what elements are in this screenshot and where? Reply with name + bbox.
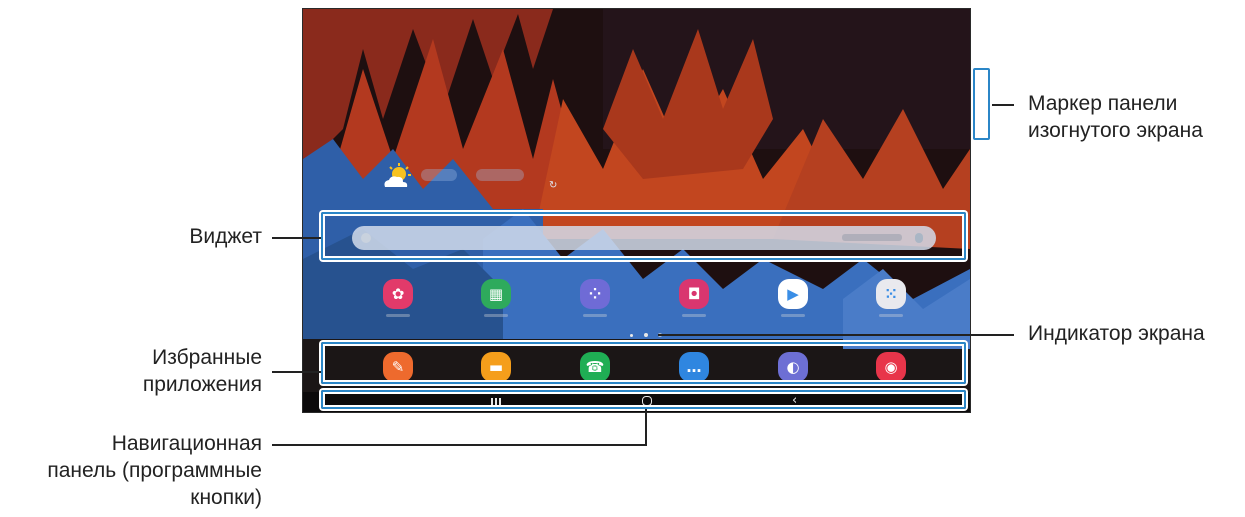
flower-icon: ✿ — [391, 285, 405, 303]
edge-handle-callout-line2: изогнутого экрана — [1028, 119, 1203, 142]
navbar-leader-line-vertical — [645, 409, 647, 445]
page-indicator-leader-line — [658, 334, 1014, 336]
widget-leader-line — [272, 237, 321, 239]
app-calendar[interactable]: ▦ — [481, 279, 511, 309]
page-indicator-dot-current[interactable] — [644, 333, 648, 337]
app-label-placeholder — [781, 314, 805, 317]
favorites-highlight — [321, 342, 966, 384]
app-flower[interactable]: ✿ — [383, 279, 413, 309]
favorites-leader-line — [272, 371, 321, 373]
navbar-callout-line1: Навигационная — [111, 432, 262, 455]
weather-temperature-placeholder — [421, 169, 457, 181]
shopping-bag-icon: ◘ — [687, 285, 701, 303]
navbar-callout: Навигационная панель (программные кнопки… — [10, 430, 262, 511]
favorites-callout-line1: Избранные — [152, 346, 262, 369]
navbar-callout-line2: панель (программные — [47, 459, 262, 482]
navbar-callout-line3: кнопки) — [190, 486, 262, 509]
refresh-icon[interactable]: ↻ — [549, 180, 557, 191]
app-app-folder[interactable]: ⁙ — [876, 279, 906, 309]
play-store-icon: ▶ — [787, 285, 799, 303]
page-indicator-callout: Индикатор экрана — [1028, 322, 1205, 345]
favorites-callout: Избранные приложения — [80, 344, 262, 398]
edge-handle-leader-line — [992, 104, 1014, 106]
edge-handle-callout: Маркер панели изогнутого экрана — [1028, 90, 1203, 144]
tools-icon: ⁘ — [588, 285, 602, 303]
weather-widget[interactable] — [381, 163, 561, 193]
navbar-highlight — [321, 390, 966, 409]
navbar-leader-line-horizontal — [272, 444, 647, 446]
app-tools[interactable]: ⁘ — [580, 279, 610, 309]
app-folder-icon: ⁙ — [884, 285, 898, 303]
app-label-placeholder — [386, 314, 410, 317]
weather-location-placeholder — [476, 169, 524, 181]
app-label-placeholder — [682, 314, 706, 317]
edge-panel-handle-highlight — [973, 68, 990, 140]
app-label-placeholder — [484, 314, 508, 317]
widget-highlight — [321, 212, 966, 260]
sun-cloud-icon — [384, 163, 411, 187]
app-label-placeholder — [583, 314, 607, 317]
page-indicator-dot-home[interactable] — [630, 334, 633, 337]
app-label-placeholder — [879, 314, 903, 317]
favorites-callout-line2: приложения — [142, 373, 262, 396]
calendar-icon: ▦ — [488, 285, 504, 303]
widget-callout: Виджет — [189, 225, 262, 248]
app-play-store[interactable]: ▶ — [778, 279, 808, 309]
app-shopping-bag[interactable]: ◘ — [679, 279, 709, 309]
edge-handle-callout-line1: Маркер панели — [1028, 92, 1178, 115]
